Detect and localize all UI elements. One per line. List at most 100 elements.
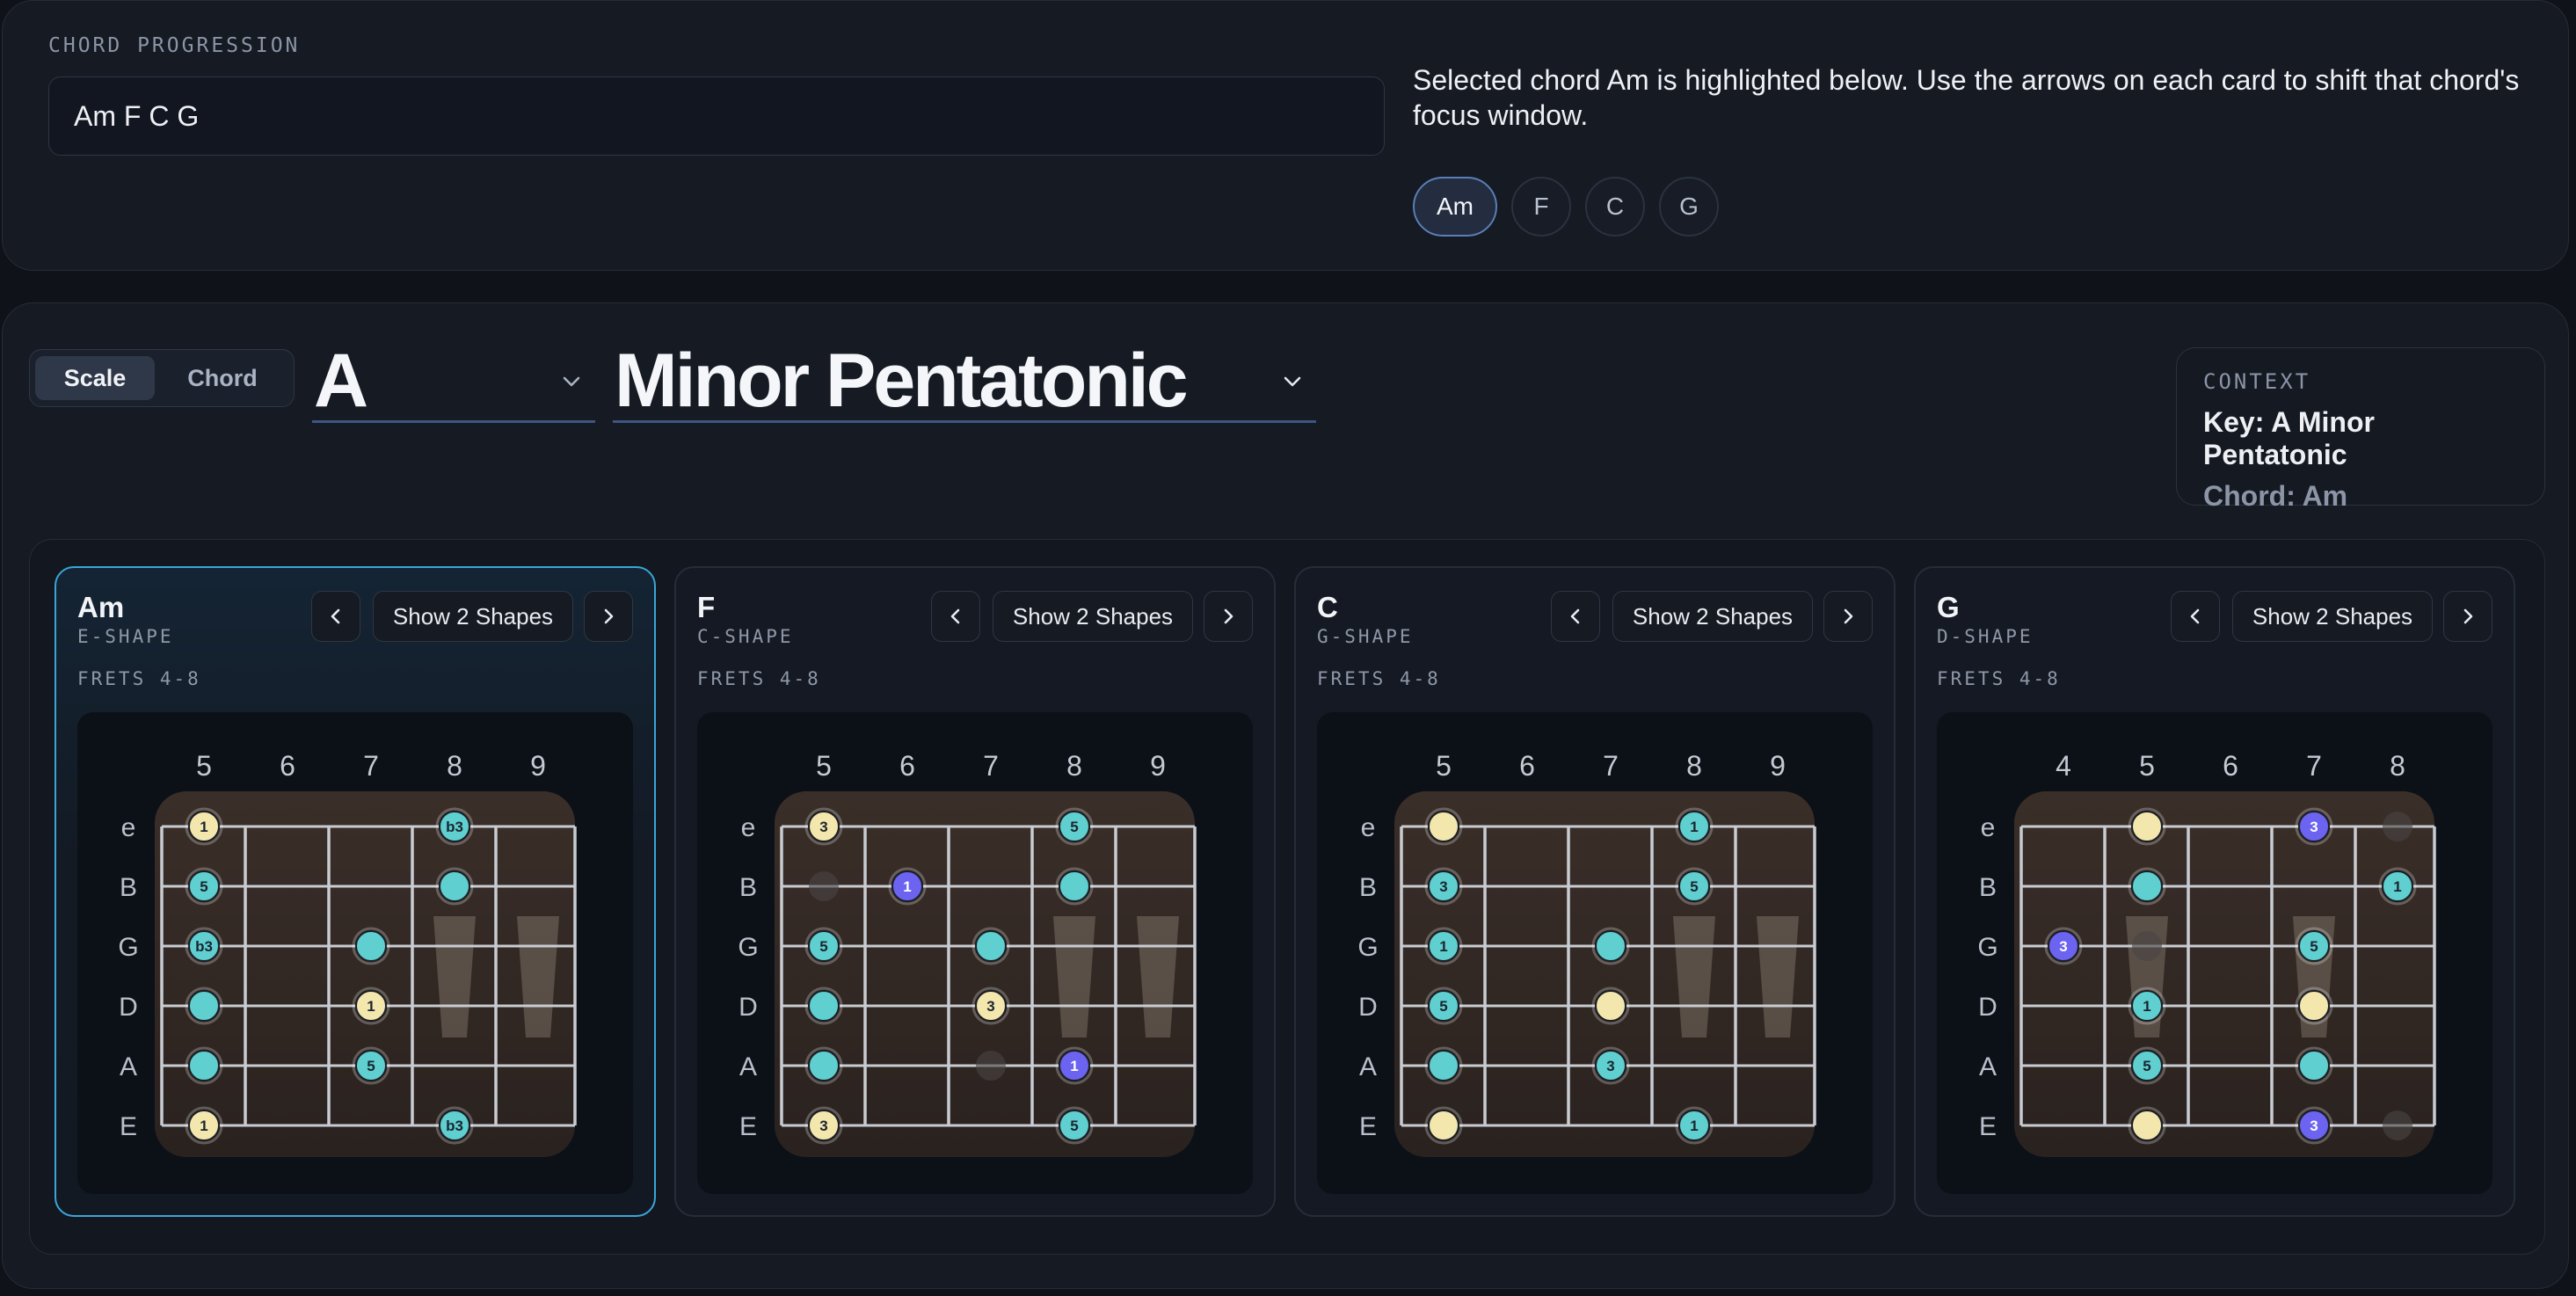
note-dot-root[interactable]: 1 <box>352 987 390 1025</box>
note-dot-scale[interactable]: 5 <box>185 867 223 906</box>
fretboard: 5 6 7 8 9 e B G D A E 1 b3 5 b3 1 5 1 b3 <box>77 712 633 1194</box>
note-dot-scale[interactable]: 1 <box>1675 1106 1714 1145</box>
note-dot-scale[interactable]: 1 <box>1424 927 1463 965</box>
chord-card-frets: FRETS 4-8 <box>697 668 821 689</box>
prev-window-button[interactable] <box>1551 591 1600 642</box>
key-select-value: A <box>314 339 368 423</box>
note-dot-root[interactable] <box>1591 987 1630 1025</box>
show-shapes-button[interactable]: Show 2 Shapes <box>1612 591 1813 642</box>
note-dot-scale[interactable]: 5 <box>2295 927 2333 965</box>
note-dot-root[interactable]: 3 <box>971 987 1010 1025</box>
context-key: Key: A Minor Pentatonic <box>2203 406 2375 470</box>
note-label: 1 <box>903 878 911 895</box>
note-dot-scale[interactable] <box>2128 867 2166 906</box>
note-dot-scale[interactable]: 1 <box>2128 987 2166 1025</box>
note-dot-scale[interactable]: b3 <box>435 1106 474 1145</box>
note-dot-scale[interactable]: 5 <box>804 927 843 965</box>
note-dot-ghost[interactable] <box>2132 931 2162 961</box>
note-dot-scale[interactable]: b3 <box>185 927 223 965</box>
fret-number: 5 <box>816 750 832 782</box>
note-dot-ghost[interactable] <box>2383 812 2412 841</box>
note-dot-root[interactable]: 3 <box>804 807 843 846</box>
prev-window-button[interactable] <box>931 591 980 642</box>
note-dot-root[interactable]: 1 <box>185 1106 223 1145</box>
next-window-button[interactable] <box>2443 591 2492 642</box>
show-shapes-button[interactable]: Show 2 Shapes <box>2232 591 2433 642</box>
chord-card-frets: FRETS 4-8 <box>1317 668 1441 689</box>
note-dot-scale[interactable] <box>185 987 223 1025</box>
string-name: D <box>119 993 138 1022</box>
prev-window-button[interactable] <box>2171 591 2220 642</box>
note-dot-scale[interactable]: 5 <box>352 1046 390 1085</box>
note-label: 3 <box>819 819 827 835</box>
chord-chip-am[interactable]: Am <box>1413 177 1497 237</box>
next-window-button[interactable] <box>584 591 633 642</box>
chevron-right-icon <box>1224 608 1233 624</box>
note-dot-scale[interactable]: 5 <box>2128 1046 2166 1085</box>
fret-number: 7 <box>1603 750 1619 782</box>
chord-chip-c[interactable]: C <box>1585 177 1645 237</box>
note-dot-scale[interactable]: 3 <box>1591 1046 1630 1085</box>
note-dot-root[interactable] <box>2295 987 2333 1025</box>
chord-card-g: G D-SHAPE FRETS 4-8 Show 2 Shapes 4 5 6 7 8 e B G D A… <box>1914 566 2515 1217</box>
chord-chip-f[interactable]: F <box>1511 177 1571 237</box>
note-dot-scale[interactable]: 5 <box>1055 807 1094 846</box>
note-label: 1 <box>1070 1058 1078 1074</box>
prev-window-button[interactable] <box>311 591 360 642</box>
note-dot-scale[interactable] <box>971 927 1010 965</box>
chord-card-shape: D-SHAPE <box>1937 626 2034 647</box>
note-dot-accent[interactable]: 3 <box>2295 1106 2333 1145</box>
chord-card-name: Am <box>77 591 125 623</box>
note-dot-scale[interactable] <box>1424 1046 1463 1085</box>
note-dot-scale[interactable] <box>435 867 474 906</box>
note-dot-ghost[interactable] <box>976 1051 1006 1081</box>
scale-mode-button[interactable]: Scale <box>35 356 155 400</box>
note-dot-scale[interactable]: 3 <box>1424 867 1463 906</box>
fret-number: 6 <box>280 750 295 782</box>
string-name: B <box>120 873 137 902</box>
fret-number: 6 <box>899 750 915 782</box>
note-dot-root[interactable] <box>1424 807 1463 846</box>
note-dot-scale[interactable] <box>352 927 390 965</box>
string-name: E <box>1979 1112 1997 1141</box>
note-dot-accent[interactable]: 3 <box>2044 927 2083 965</box>
chord-progression-input[interactable] <box>48 76 1385 156</box>
note-dot-scale[interactable]: 1 <box>1675 807 1714 846</box>
note-dot-root[interactable] <box>1424 1106 1463 1145</box>
string-name: e <box>741 813 756 842</box>
chord-mode-button[interactable]: Chord <box>158 356 287 400</box>
chevron-left-icon <box>2190 608 2200 624</box>
scale-select[interactable]: Minor Pentatonic <box>613 339 1316 423</box>
note-dot-accent[interactable]: 1 <box>1055 1046 1094 1085</box>
note-dot-scale[interactable] <box>1055 867 1094 906</box>
string-name: A <box>1359 1052 1377 1081</box>
note-dot-scale[interactable]: 5 <box>1424 987 1463 1025</box>
note-dot-root[interactable] <box>2128 807 2166 846</box>
note-dot-ghost[interactable] <box>2383 1110 2412 1140</box>
note-label: 1 <box>367 998 375 1015</box>
note-dot-scale[interactable] <box>2295 1046 2333 1085</box>
note-dot-root[interactable] <box>2128 1106 2166 1145</box>
next-window-button[interactable] <box>1823 591 1873 642</box>
chevron-right-icon <box>604 608 614 624</box>
note-dot-root[interactable]: 1 <box>185 807 223 846</box>
note-dot-scale[interactable]: 5 <box>1055 1106 1094 1145</box>
note-dot-ghost[interactable] <box>809 871 839 901</box>
note-dot-root[interactable]: 3 <box>804 1106 843 1145</box>
show-shapes-button[interactable]: Show 2 Shapes <box>373 591 573 642</box>
note-dot-scale[interactable] <box>804 1046 843 1085</box>
key-select[interactable]: A <box>312 339 595 423</box>
note-dot-scale[interactable] <box>1591 927 1630 965</box>
show-shapes-button[interactable]: Show 2 Shapes <box>993 591 1193 642</box>
next-window-button[interactable] <box>1204 591 1253 642</box>
note-dot-scale[interactable]: 5 <box>1675 867 1714 906</box>
note-dot-scale[interactable]: b3 <box>435 807 474 846</box>
note-dot-scale[interactable] <box>185 1046 223 1085</box>
note-dot-accent[interactable]: 3 <box>2295 807 2333 846</box>
note-dot-scale[interactable] <box>804 987 843 1025</box>
note-dot-accent[interactable]: 1 <box>888 867 927 906</box>
chord-chip-g[interactable]: G <box>1659 177 1719 237</box>
string-name: B <box>739 873 757 902</box>
note-dot-scale[interactable]: 1 <box>2378 867 2417 906</box>
string-name: G <box>1977 933 1997 962</box>
